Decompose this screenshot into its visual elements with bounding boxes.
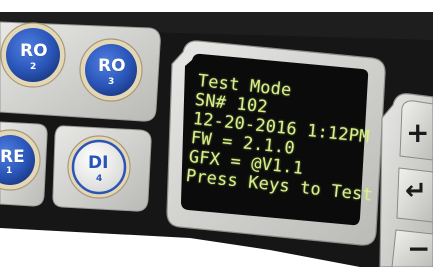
device-photo — [0, 0, 433, 267]
ro3-key[interactable] — [85, 44, 137, 96]
minus-button[interactable] — [391, 229, 433, 267]
di4-key[interactable] — [71, 139, 127, 195]
lcd-screen — [181, 53, 369, 226]
plus-button[interactable] — [399, 100, 433, 161]
enter-button[interactable] — [396, 167, 433, 223]
ro2-key[interactable] — [6, 28, 60, 82]
